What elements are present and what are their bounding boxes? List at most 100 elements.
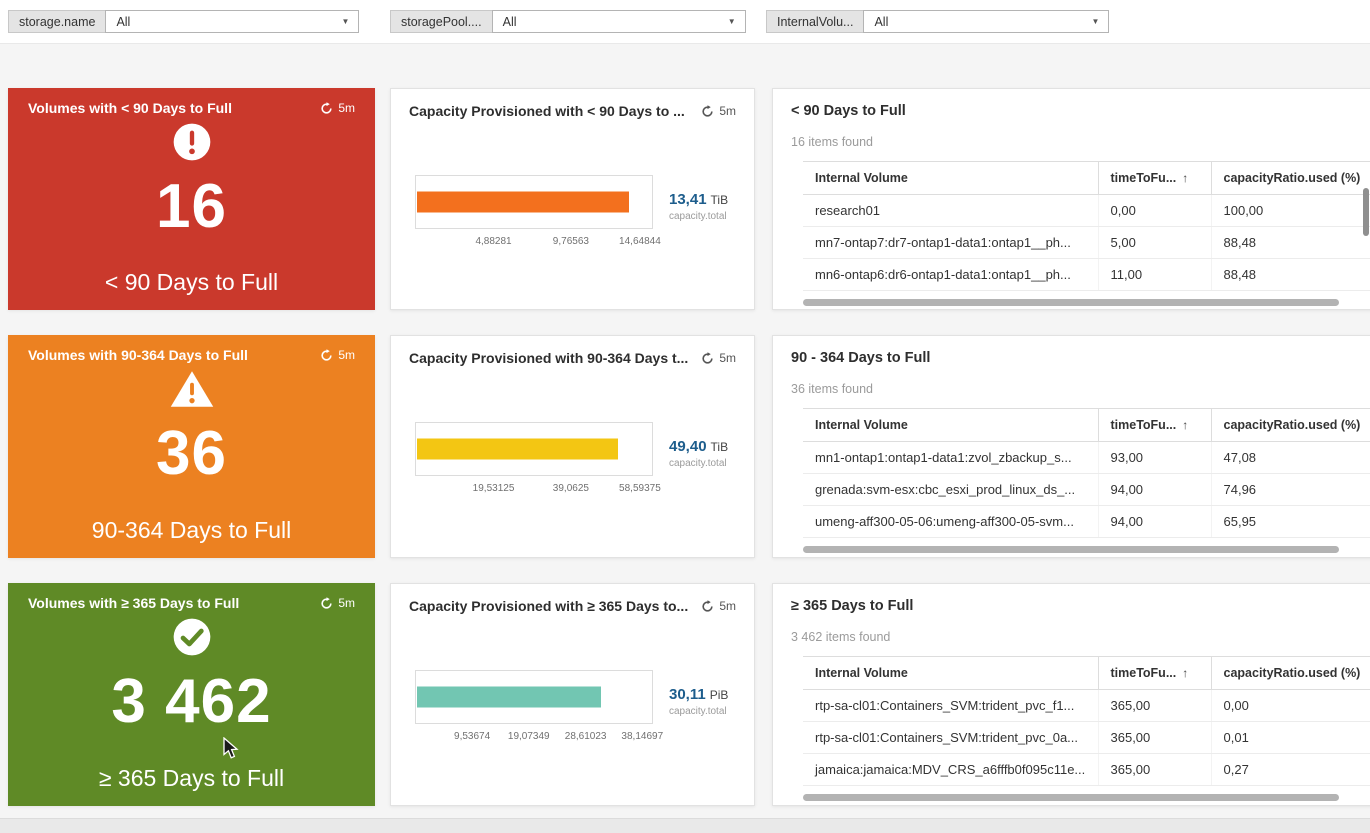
column-header-label: timeToFu...: [1110, 418, 1177, 432]
table-row: mn1-ontap1:ontap1-data1:zvol_zbackup_s..…: [803, 441, 1370, 474]
capacityratio-value: 0,00: [1210, 689, 1370, 722]
table-row: jamaica:jamaica:MDV_CRS_a6fffb0f095c11e.…: [803, 753, 1370, 786]
capacityratio-value: 100,00: [1210, 194, 1370, 227]
x-tick: 9,76563: [552, 236, 589, 247]
card-title: Volumes with < 90 Days to Full: [28, 100, 232, 116]
items-found: 3 462 items found: [791, 630, 891, 644]
volume-link[interactable]: mn1-ontap1:ontap1-data1:zvol_zbackup_s..…: [803, 441, 1098, 474]
column-header-internal-volume[interactable]: Internal Volume: [803, 408, 1098, 442]
refresh-control[interactable]: 5m: [320, 348, 355, 362]
horizontal-scrollbar[interactable]: [803, 794, 1339, 801]
filter-storage-pool-select[interactable]: All ▼: [491, 10, 746, 33]
bar-chart: [415, 175, 653, 229]
x-tick: 4,88281: [475, 236, 512, 247]
refresh-control[interactable]: 5m: [320, 101, 355, 115]
table-row: umeng-aff300-05-06:umeng-aff300-05-svm..…: [803, 505, 1370, 538]
capacityratio-value: 74,96: [1210, 473, 1370, 506]
column-header-label: timeToFu...: [1110, 171, 1177, 185]
warning-triangle-icon: [169, 369, 215, 409]
check-circle-icon: [172, 617, 212, 657]
capacity-caption: capacity.total: [669, 458, 727, 469]
chart-card-90-364-days: Capacity Provisioned with 90-364 Days t.…: [390, 335, 755, 558]
refresh-control[interactable]: 5m: [701, 104, 736, 118]
volume-link[interactable]: rtp-sa-cl01:Containers_SVM:trident_pvc_f…: [803, 689, 1098, 722]
sort-asc-icon[interactable]: ↑: [1182, 171, 1188, 185]
table-row: rtp-sa-cl01:Containers_SVM:trident_pvc_f…: [803, 689, 1370, 722]
summary-card-lt-90-days: Volumes with < 90 Days to Full 5m 16 < 9…: [8, 88, 375, 310]
column-header-timetofull[interactable]: timeToFu... ↑: [1097, 656, 1211, 690]
column-header-capacityratio[interactable]: capacityRatio.used (%): [1210, 161, 1370, 195]
capacity-bar[interactable]: [417, 191, 630, 213]
refresh-interval: 5m: [338, 101, 355, 115]
timetofull-value: 5,00: [1097, 226, 1211, 259]
timetofull-value: 94,00: [1097, 505, 1211, 538]
timetofull-value: 11,00: [1097, 258, 1211, 291]
sort-asc-icon[interactable]: ↑: [1182, 418, 1188, 432]
sort-asc-icon[interactable]: ↑: [1182, 666, 1188, 680]
capacityratio-value: 65,95: [1210, 505, 1370, 538]
chart-title: Capacity Provisioned with ≥ 365 Days to.…: [409, 598, 689, 614]
capacity-caption: capacity.total: [669, 211, 727, 222]
refresh-icon: [320, 348, 333, 362]
column-header-capacityratio[interactable]: capacityRatio.used (%): [1210, 656, 1370, 690]
horizontal-scrollbar[interactable]: [803, 299, 1339, 306]
volume-link[interactable]: umeng-aff300-05-06:umeng-aff300-05-svm..…: [803, 505, 1098, 538]
capacity-unit: TiB: [710, 440, 729, 454]
refresh-interval: 5m: [719, 351, 736, 365]
volume-link[interactable]: research01: [803, 194, 1098, 227]
horizontal-scrollbar[interactable]: [803, 546, 1339, 553]
vertical-scrollbar-thumb[interactable]: [1363, 188, 1369, 236]
refresh-control[interactable]: 5m: [701, 599, 736, 613]
column-header-timetofull[interactable]: timeToFu... ↑: [1097, 161, 1211, 195]
x-tick: 38,14697: [621, 731, 664, 742]
filter-bar: storage.name All ▼ storagePool.... All ▼…: [0, 0, 1370, 44]
chevron-down-icon: ▼: [341, 17, 350, 26]
capacity-value: 13,41: [669, 191, 707, 208]
refresh-interval: 5m: [719, 599, 736, 613]
x-tick: 9,53674: [454, 731, 491, 742]
x-tick: 39,0625: [552, 483, 589, 494]
column-header-label: timeToFu...: [1110, 666, 1177, 680]
volume-link[interactable]: mn6-ontap6:dr6-ontap1-data1:ontap1__ph..…: [803, 258, 1098, 291]
refresh-icon: [701, 351, 714, 365]
filter-internal-volume: InternalVolu... All ▼: [766, 10, 1110, 33]
bottom-scroll-track: [0, 818, 1370, 833]
capacity-bar[interactable]: [417, 438, 618, 460]
chevron-down-icon: ▼: [1091, 17, 1100, 26]
x-axis: 9,53674 19,07349 28,61023 38,14697: [415, 728, 663, 744]
capacity-bar[interactable]: [417, 686, 602, 708]
chevron-down-icon: ▼: [727, 17, 736, 26]
summary-card-90-364-days: Volumes with 90-364 Days to Full 5m 36 9…: [8, 335, 375, 558]
x-axis: 4,88281 9,76563 14,64844: [415, 233, 660, 249]
column-header-internal-volume[interactable]: Internal Volume: [803, 656, 1098, 690]
refresh-interval: 5m: [338, 596, 355, 610]
column-header-capacityratio[interactable]: capacityRatio.used (%): [1210, 408, 1370, 442]
volume-link[interactable]: jamaica:jamaica:MDV_CRS_a6fffb0f095c11e.…: [803, 753, 1098, 786]
table-row: research01 0,00 100,00: [803, 194, 1370, 227]
refresh-icon: [320, 101, 333, 115]
x-tick: 58,59375: [619, 483, 661, 494]
volumes-table: Internal Volume timeToFu... ↑ capacityRat…: [803, 161, 1370, 291]
summary-card-gte-365-days: Volumes with ≥ 365 Days to Full 5m 3 462…: [8, 583, 375, 806]
volume-link[interactable]: rtp-sa-cl01:Containers_SVM:trident_pvc_0…: [803, 721, 1098, 754]
filter-label: InternalVolu...: [766, 10, 864, 33]
timetofull-value: 0,00: [1097, 194, 1211, 227]
table-row: mn6-ontap6:dr6-ontap1-data1:ontap1__ph..…: [803, 258, 1370, 291]
dashboard: storage.name All ▼ storagePool.... All ▼…: [0, 0, 1370, 833]
column-header-timetofull[interactable]: timeToFu... ↑: [1097, 408, 1211, 442]
column-header-internal-volume[interactable]: Internal Volume: [803, 161, 1098, 195]
refresh-interval: 5m: [338, 348, 355, 362]
timetofull-value: 94,00: [1097, 473, 1211, 506]
timetofull-value: 93,00: [1097, 441, 1211, 474]
refresh-control[interactable]: 5m: [701, 351, 736, 365]
filter-storage-name-select[interactable]: All ▼: [105, 10, 360, 33]
table-card-lt-90-days: < 90 Days to Full 16 items found Interna…: [772, 88, 1370, 310]
volume-link[interactable]: mn7-ontap7:dr7-ontap1-data1:ontap1__ph..…: [803, 226, 1098, 259]
timetofull-value: 365,00: [1097, 689, 1211, 722]
volume-link[interactable]: grenada:svm-esx:cbc_esxi_prod_linux_ds_.…: [803, 473, 1098, 506]
refresh-control[interactable]: 5m: [320, 596, 355, 610]
chart-card-lt-90-days: Capacity Provisioned with < 90 Days to .…: [390, 88, 755, 310]
items-found: 36 items found: [791, 382, 873, 396]
filter-internal-volume-select[interactable]: All ▼: [863, 10, 1110, 33]
table-card-90-364-days: 90 - 364 Days to Full 36 items found Int…: [772, 335, 1370, 558]
